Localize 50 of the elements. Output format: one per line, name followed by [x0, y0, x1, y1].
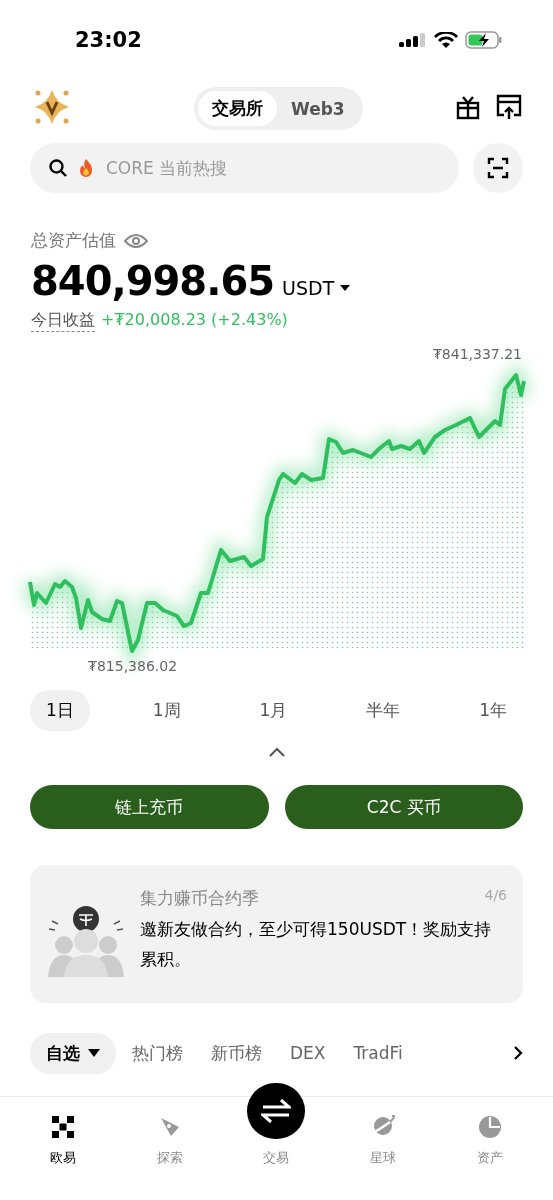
period-tab[interactable]: 1年 — [463, 690, 523, 731]
scan-button[interactable] — [473, 143, 523, 193]
collapse-icon[interactable] — [267, 747, 286, 757]
action-button[interactable]: C2C 买币 — [284, 785, 523, 829]
signal-icon — [399, 32, 427, 48]
flame-icon — [78, 158, 94, 178]
search-field[interactable]: CORE 当前热搜 — [30, 143, 459, 193]
chart-min-label: ₮815,386.02 — [88, 658, 178, 674]
banner-title: 集力赚币合约季 — [140, 887, 259, 910]
nav-tab[interactable]: 欧易 — [18, 1097, 109, 1167]
eye-icon[interactable] — [124, 232, 148, 249]
wifi-icon — [434, 31, 458, 49]
pie-chart-icon — [477, 1115, 502, 1139]
caret-icon — [88, 1049, 100, 1057]
banner-page-indicator: 4/6 — [484, 887, 507, 905]
today-pnl-value: +₮20,008.23 (+2.43%) — [101, 310, 288, 331]
nav-tab[interactable]: 资产 — [444, 1097, 535, 1167]
market-tab[interactable]: TradFi — [341, 1034, 415, 1072]
nav-tab[interactable]: 探索 — [124, 1097, 215, 1167]
chart-max-label: ₮841,337.21 — [432, 346, 522, 362]
status-time: 23:02 — [75, 28, 142, 52]
swap-icon — [261, 1099, 292, 1123]
period-tab[interactable]: 1周 — [136, 690, 197, 731]
today-pnl-label[interactable]: 今日收益 — [31, 310, 95, 332]
nav-tab[interactable]: 交易 — [231, 1083, 322, 1167]
nav-tab[interactable]: 星球 — [338, 1097, 429, 1167]
search-input[interactable]: CORE 当前热搜 — [104, 157, 441, 179]
total-assets-amount: 840,998.65 — [31, 258, 275, 304]
mode-tab[interactable]: 交易所 — [198, 91, 277, 126]
market-tab[interactable]: 热门榜 — [120, 1032, 195, 1074]
total-assets-label: 总资产估值 — [31, 229, 116, 252]
mode-tab[interactable]: Web3 — [277, 91, 359, 126]
period-tab[interactable]: 半年 — [350, 690, 417, 731]
caret-icon — [340, 285, 351, 291]
currency-selector[interactable]: USDT — [282, 277, 351, 299]
market-tab[interactable]: DEX — [278, 1034, 338, 1072]
market-tab[interactable]: 自选 — [30, 1032, 116, 1074]
checker-icon — [51, 1115, 76, 1139]
battery-icon — [465, 31, 503, 49]
action-button[interactable]: 链上充币 — [30, 785, 269, 829]
promo-banner[interactable]: 集力赚币合约季 4/6 邀新友做合约，至少可得150USDT！奖励支持累积。 — [30, 865, 523, 1003]
market-tab[interactable]: 新币榜 — [199, 1032, 274, 1074]
banner-text: 邀新友做合约，至少可得150USDT！奖励支持累积。 — [140, 918, 493, 971]
scan-icon — [487, 157, 509, 179]
deposit-icon[interactable] — [495, 93, 523, 121]
period-tab[interactable]: 1月 — [243, 690, 304, 731]
gift-icon[interactable] — [455, 94, 481, 120]
search-icon — [48, 158, 68, 178]
period-tab[interactable]: 1日 — [30, 690, 90, 731]
chevron-right-icon[interactable] — [513, 1045, 523, 1061]
